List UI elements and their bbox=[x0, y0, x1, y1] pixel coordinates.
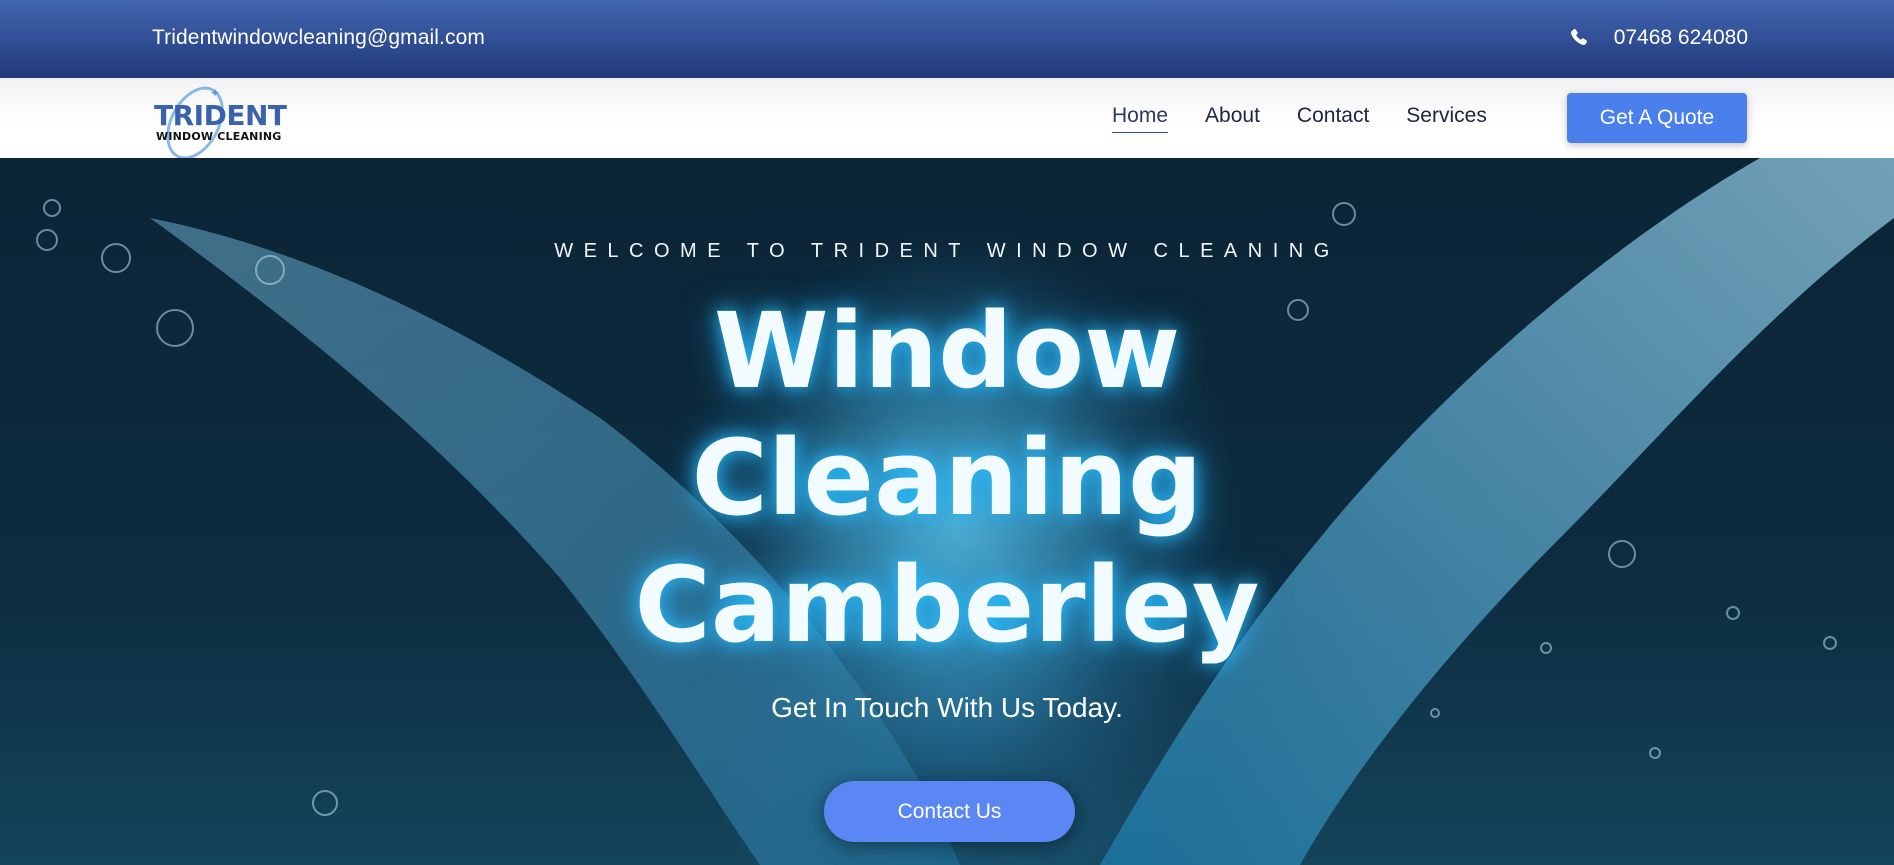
nav-menu: Home About Contact Services bbox=[1112, 104, 1524, 133]
nav-item-services[interactable]: Services bbox=[1406, 104, 1487, 133]
headline-line-1: Window bbox=[713, 290, 1181, 412]
hero-subheading: Get In Touch With Us Today. bbox=[771, 692, 1123, 723]
phone-number: 07468 624080 bbox=[1613, 26, 1748, 49]
get-a-quote-button[interactable]: Get A Quote bbox=[1567, 93, 1747, 143]
contact-us-button[interactable]: Contact Us bbox=[824, 781, 1075, 842]
main-navigation: ✦ TRIDENT WINDOW CLEANING Home About Con… bbox=[0, 76, 1894, 170]
hero-section: WELCOME TO TRIDENT WINDOW CLEANING Windo… bbox=[0, 158, 1894, 865]
welcome-eyebrow: WELCOME TO TRIDENT WINDOW CLEANING bbox=[554, 240, 1340, 262]
hero-headline: Window Cleaning Camberley bbox=[0, 288, 1894, 669]
nav-item-home[interactable]: Home bbox=[1112, 104, 1169, 133]
logo-name: TRIDENT bbox=[154, 99, 287, 132]
headline-line-2: Cleaning bbox=[691, 417, 1203, 539]
logo-subtitle: WINDOW CLEANING bbox=[156, 130, 282, 143]
nav-item-about[interactable]: About bbox=[1205, 104, 1260, 133]
headline-line-3: Camberley bbox=[634, 544, 1260, 666]
top-contact-bar: Tridentwindowcleaning@gmail.com 07468 62… bbox=[0, 0, 1894, 78]
logo-sparkle-icon: ✦ bbox=[210, 86, 221, 100]
logo[interactable]: ✦ TRIDENT WINDOW CLEANING bbox=[150, 76, 290, 170]
phone-icon bbox=[1570, 28, 1587, 46]
email-link[interactable]: Tridentwindowcleaning@gmail.com bbox=[152, 26, 485, 50]
nav-item-contact[interactable]: Contact bbox=[1297, 104, 1369, 133]
phone-link[interactable]: 07468 624080 bbox=[1568, 26, 1748, 50]
